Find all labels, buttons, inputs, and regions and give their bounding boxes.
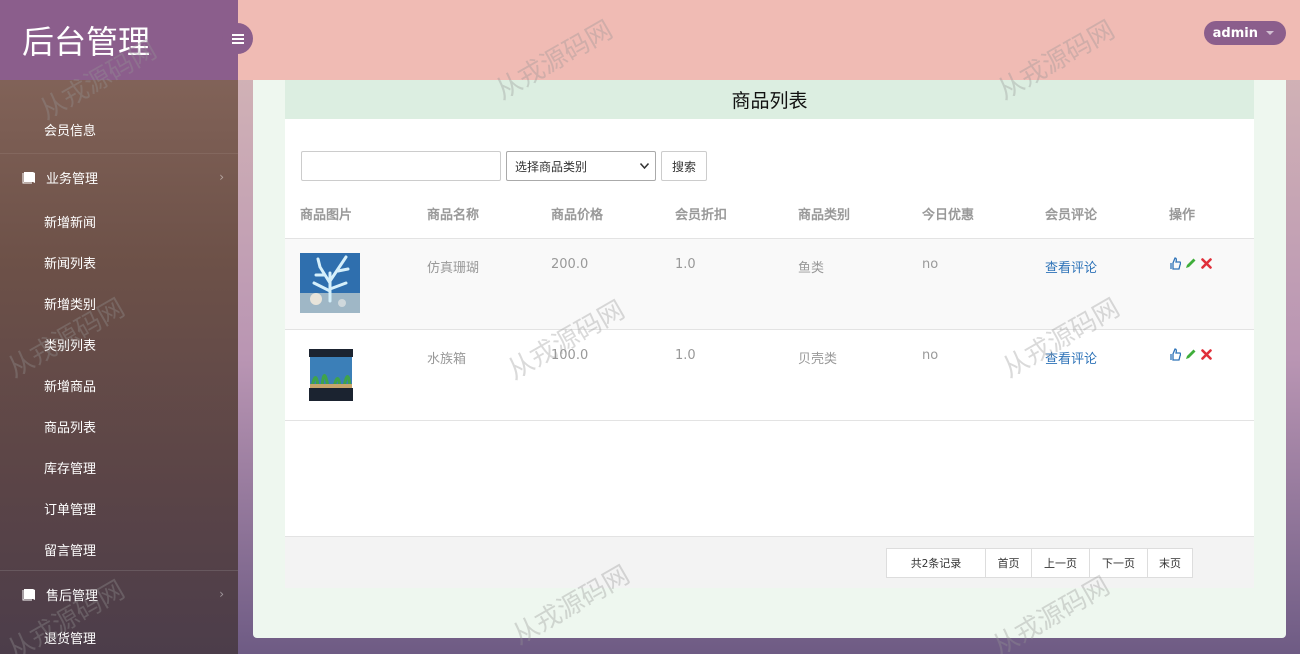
next-page-button[interactable]: 下一页 — [1089, 548, 1148, 578]
actions-cell — [1154, 329, 1254, 421]
product-name: 水族箱 — [412, 329, 536, 421]
product-name: 仿真珊瑚 — [412, 238, 536, 330]
caret-down-icon — [1266, 31, 1274, 35]
chevron-right-icon: › — [219, 587, 224, 601]
column-header: 操作 — [1154, 190, 1254, 239]
table-header-row: 商品图片 商品名称 商品价格 会员折扣 商品类别 今日优惠 会员评论 操作 — [285, 190, 1254, 239]
sidebar-item-news-list[interactable]: 新闻列表 — [0, 242, 238, 283]
sidebar-group-after-sales[interactable]: 售后管理 › — [0, 570, 238, 618]
record-count: 共2条记录 — [886, 548, 986, 578]
book-icon — [22, 171, 36, 184]
sidebar-item-add-category[interactable]: 新增类别 — [0, 283, 238, 324]
chevron-right-icon: › — [219, 170, 224, 184]
menu-toggle-button[interactable] — [222, 23, 253, 54]
sidebar-group-label: 售后管理 — [46, 589, 99, 604]
column-header: 会员评论 — [1030, 190, 1154, 239]
sidebar-item-product-list[interactable]: 商品列表 — [0, 406, 238, 447]
search-bar: 选择商品类别 搜索 — [301, 151, 707, 181]
delete-icon[interactable] — [1201, 257, 1212, 269]
search-input[interactable] — [301, 151, 501, 181]
top-header: admin — [222, 0, 1300, 80]
column-header: 商品价格 — [536, 190, 660, 239]
view-comments-link[interactable]: 查看评论 — [1045, 352, 1097, 367]
product-category: 贝壳类 — [783, 329, 907, 421]
product-discount: 1.0 — [660, 329, 783, 421]
sidebar-item-returns[interactable]: 退货管理 — [0, 618, 238, 654]
view-comments-cell: 查看评论 — [1030, 329, 1154, 421]
table-row: 水族箱 100.0 1.0 贝壳类 no 查看评论 — [285, 329, 1254, 421]
chevron-down-icon — [640, 163, 649, 169]
column-header: 商品名称 — [412, 190, 536, 239]
column-header: 商品类别 — [783, 190, 907, 239]
recommend-icon[interactable] — [1169, 347, 1181, 361]
last-page-button[interactable]: 末页 — [1147, 548, 1193, 578]
actions-cell — [1154, 238, 1254, 330]
book-icon — [22, 588, 36, 601]
pagination: 共2条记录 首页 上一页 下一页 末页 — [886, 548, 1193, 578]
product-list-card: 商品列表 选择商品类别 搜索 商品图片 商品名称 商品价格 会员折扣 商品类别 … — [285, 80, 1254, 588]
column-header: 会员折扣 — [660, 190, 783, 239]
product-price: 200.0 — [536, 238, 660, 330]
column-header: 商品图片 — [285, 190, 412, 239]
product-image-cell — [285, 329, 412, 421]
sidebar-group-business[interactable]: 业务管理 › — [0, 153, 238, 201]
edit-icon[interactable] — [1185, 257, 1197, 269]
hamburger-icon — [231, 33, 244, 44]
search-button[interactable]: 搜索 — [661, 151, 707, 181]
category-select-value: 选择商品类别 — [515, 159, 588, 174]
sidebar-item-member-info[interactable]: 会员信息 — [0, 80, 238, 153]
sidebar-item-category-list[interactable]: 类别列表 — [0, 324, 238, 365]
product-table: 商品图片 商品名称 商品价格 会员折扣 商品类别 今日优惠 会员评论 操作 仿真… — [285, 190, 1254, 421]
product-category: 鱼类 — [783, 238, 907, 330]
sidebar-item-orders[interactable]: 订单管理 — [0, 488, 238, 529]
view-comments-cell: 查看评论 — [1030, 238, 1154, 330]
product-price: 100.0 — [536, 329, 660, 421]
edit-icon[interactable] — [1185, 348, 1197, 360]
column-header: 今日优惠 — [907, 190, 1030, 239]
coral-image[interactable] — [300, 252, 360, 313]
product-discount: 1.0 — [660, 238, 783, 330]
page-title: 商品列表 — [285, 80, 1254, 119]
user-menu[interactable]: admin — [1203, 21, 1286, 45]
sidebar-item-add-product[interactable]: 新增商品 — [0, 365, 238, 406]
prev-page-button[interactable]: 上一页 — [1031, 548, 1090, 578]
sidebar-group-label: 业务管理 — [46, 172, 99, 187]
first-page-button[interactable]: 首页 — [985, 548, 1032, 578]
product-image-cell — [285, 238, 412, 330]
sidebar-item-add-news[interactable]: 新增新闻 — [0, 201, 238, 242]
pagination-bar: 共2条记录 首页 上一页 下一页 末页 — [285, 536, 1254, 588]
category-select[interactable]: 选择商品类别 — [506, 151, 656, 181]
view-comments-link[interactable]: 查看评论 — [1045, 261, 1097, 276]
sidebar-item-messages[interactable]: 留言管理 — [0, 529, 238, 570]
sidebar-item-inventory[interactable]: 库存管理 — [0, 447, 238, 488]
sidebar: 后台管理 会员信息 业务管理 › 新增新闻 新闻列表 新增类别 类别列表 新增商… — [0, 0, 238, 654]
aquarium-image[interactable] — [300, 343, 360, 404]
user-name: admin — [1212, 25, 1258, 41]
app-logo: 后台管理 — [0, 0, 238, 80]
product-today-offer: no — [907, 238, 1030, 330]
table-row: 仿真珊瑚 200.0 1.0 鱼类 no 查看评论 — [285, 238, 1254, 330]
recommend-icon[interactable] — [1169, 256, 1181, 270]
delete-icon[interactable] — [1201, 348, 1212, 360]
content-panel: 商品列表 选择商品类别 搜索 商品图片 商品名称 商品价格 会员折扣 商品类别 … — [253, 80, 1286, 638]
product-today-offer: no — [907, 329, 1030, 421]
